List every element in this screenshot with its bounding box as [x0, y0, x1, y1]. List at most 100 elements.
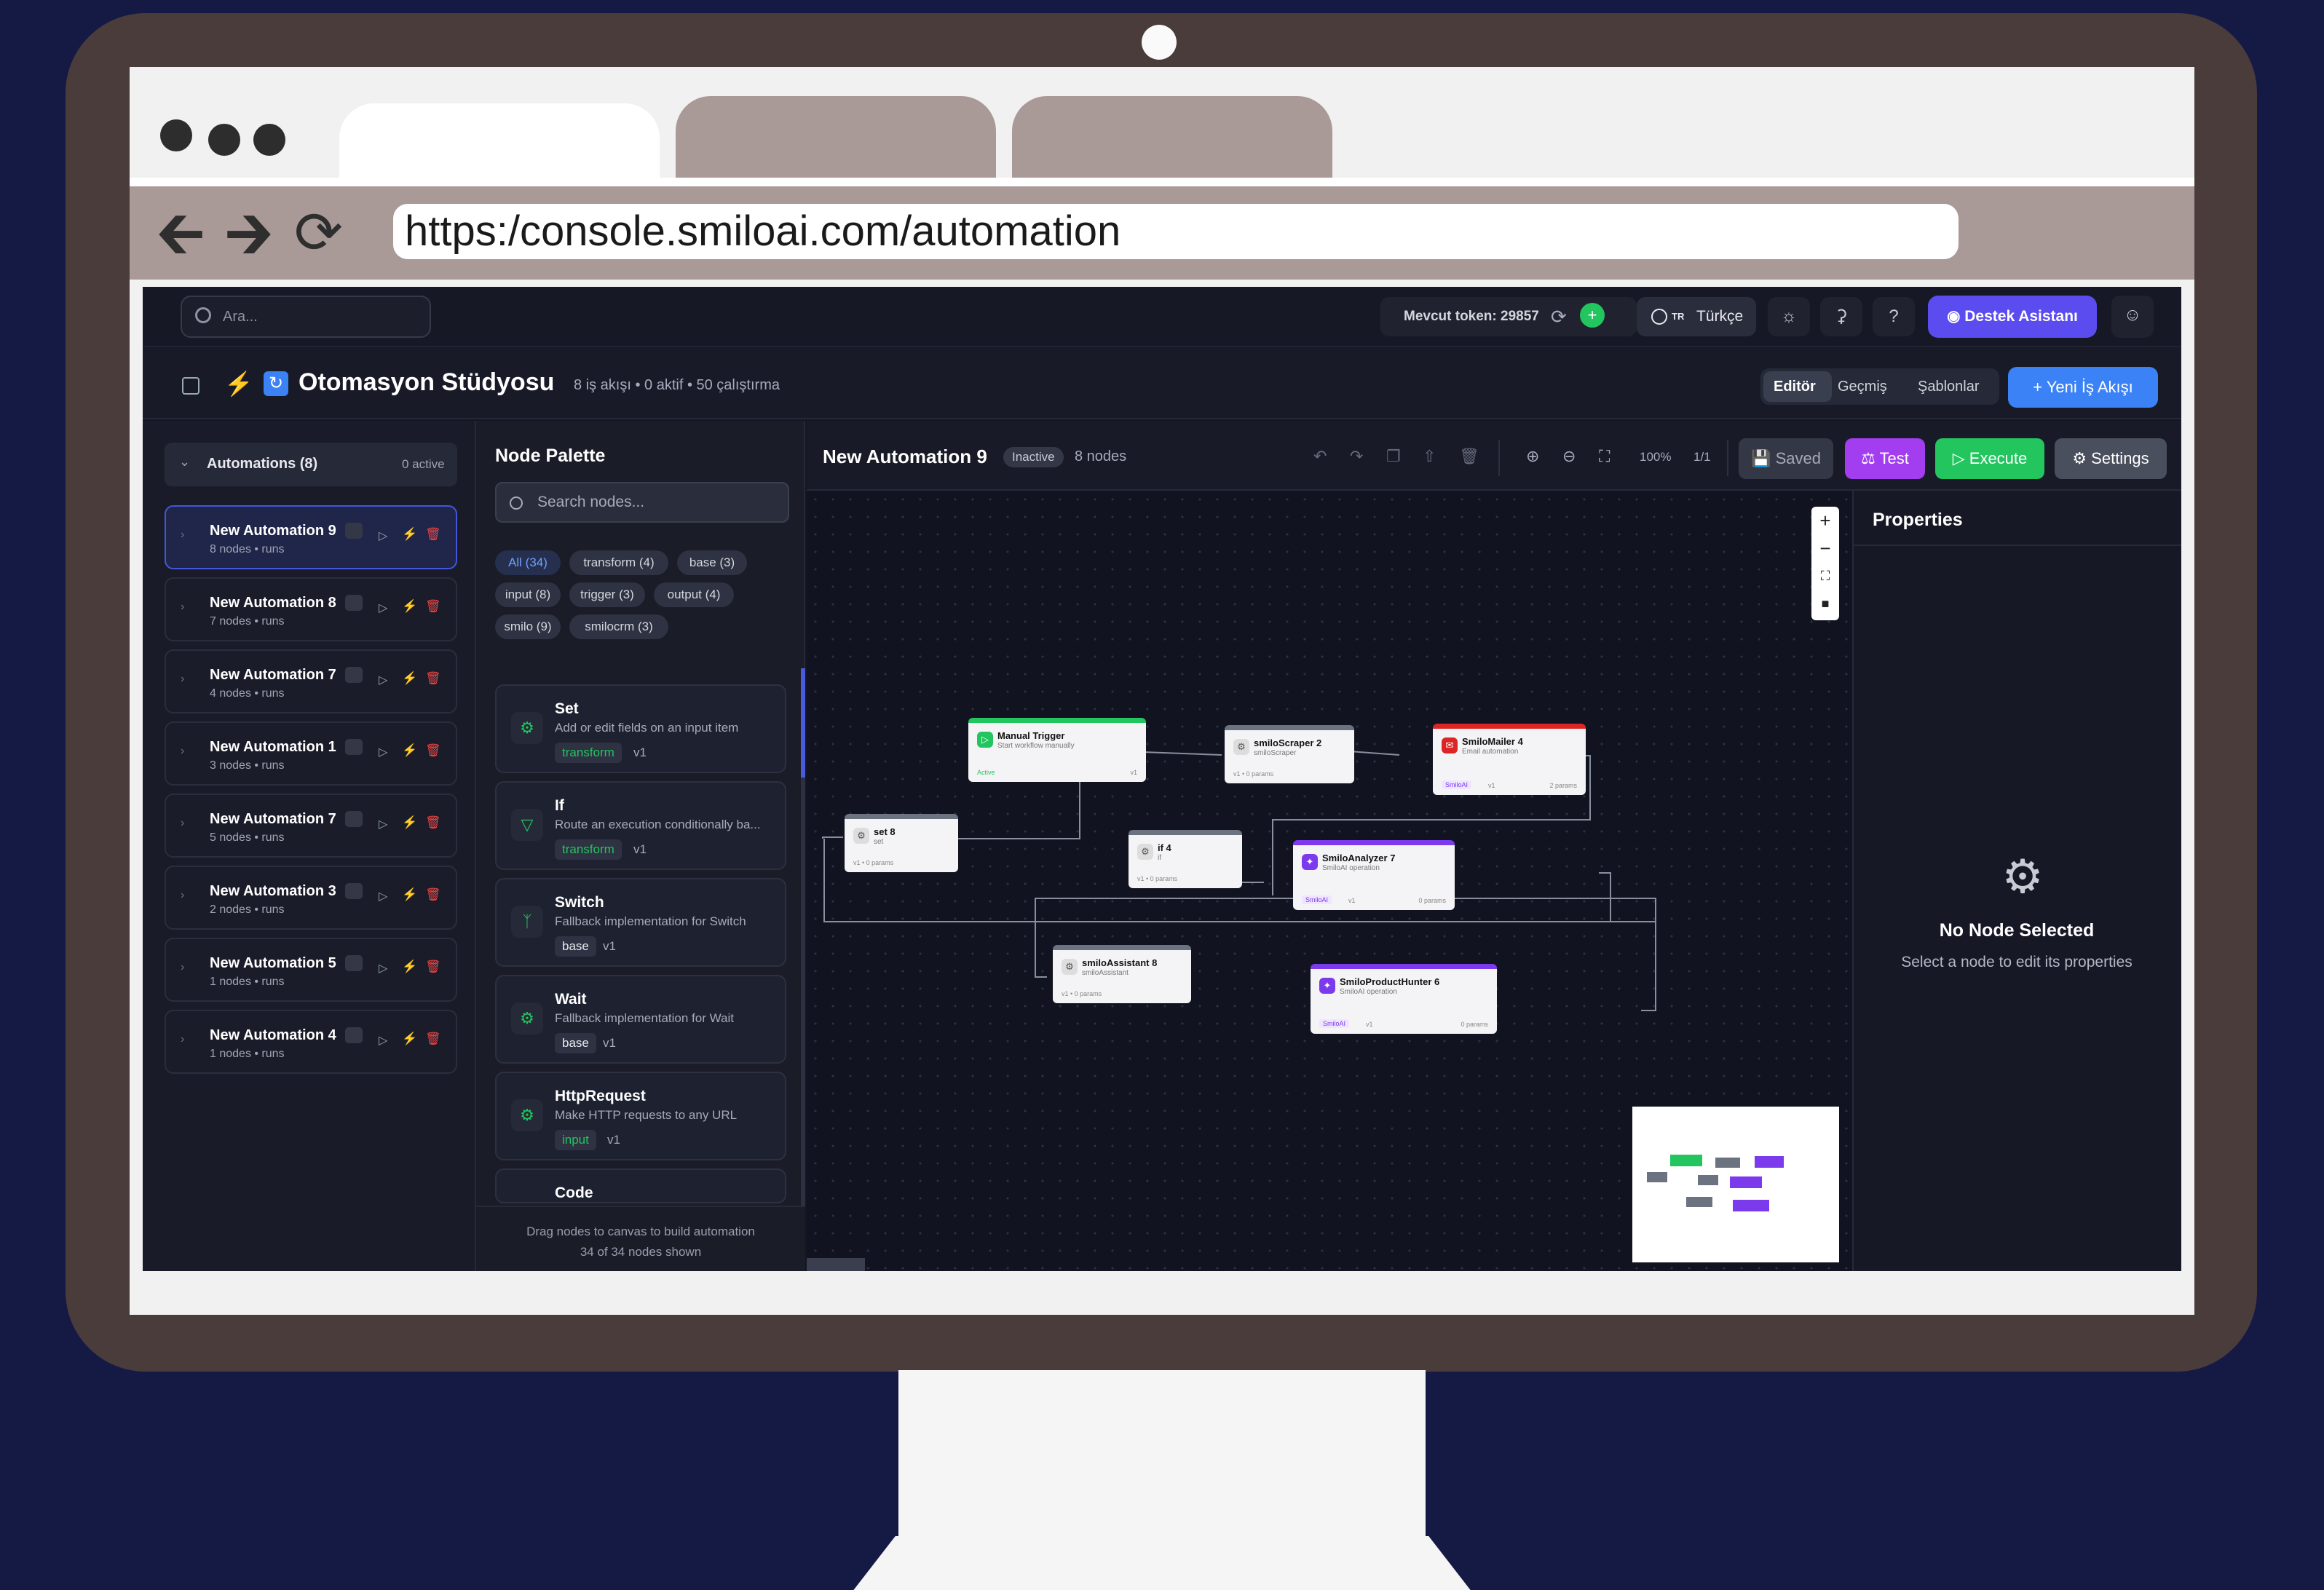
- trash-icon[interactable]: 🗑: [425, 815, 441, 830]
- play-icon[interactable]: ▷: [379, 745, 387, 759]
- filter-chip[interactable]: output (4): [654, 582, 734, 607]
- status-toggle[interactable]: [345, 595, 363, 611]
- zoom-in-icon[interactable]: ⊕: [1526, 447, 1539, 466]
- copy-icon[interactable]: ❐: [1386, 447, 1401, 466]
- zoom-out-icon[interactable]: ⊖: [1562, 447, 1576, 466]
- fit-view-icon[interactable]: ⛶: [1811, 562, 1839, 590]
- fit-view-icon[interactable]: ⛶: [1599, 447, 1610, 466]
- status-toggle[interactable]: [345, 1027, 363, 1043]
- node-smilo-product-hunter[interactable]: ✦ SmiloProductHunter 6 SmiloAI operation…: [1311, 964, 1497, 1034]
- status-toggle[interactable]: [345, 811, 363, 827]
- chevron-right-icon[interactable]: ›: [181, 889, 184, 902]
- node-smilo-scraper[interactable]: ⚙ smiloScraper 2 smiloScraper v1 • 0 par…: [1225, 725, 1354, 783]
- status-toggle[interactable]: [345, 667, 363, 683]
- trash-icon[interactable]: 🗑: [425, 743, 441, 758]
- help-icon[interactable]: ?: [1873, 297, 1915, 336]
- chevron-right-icon[interactable]: ›: [181, 1033, 184, 1046]
- trash-icon[interactable]: 🗑: [425, 599, 441, 614]
- execute-button[interactable]: ▷ Execute: [1935, 438, 2044, 479]
- tab-templates[interactable]: Şablonlar: [1918, 379, 1980, 395]
- node-manual-trigger[interactable]: ▷ Manual Trigger Start workflow manually…: [968, 718, 1146, 782]
- lightning-icon[interactable]: ⚡: [402, 671, 417, 686]
- status-toggle[interactable]: [345, 523, 363, 539]
- zoom-in-icon[interactable]: +: [1811, 507, 1839, 534]
- node-smilo-assistant[interactable]: ⚙ smiloAssistant 8 smiloAssistant v1 • 0…: [1053, 945, 1191, 1003]
- play-icon[interactable]: ▷: [379, 673, 387, 687]
- saved-button[interactable]: 💾 Saved: [1739, 438, 1833, 479]
- chevron-right-icon[interactable]: ›: [181, 745, 184, 758]
- automation-item[interactable]: › New Automation 7 4 nodes • runs ▷ ⚡ 🗑: [165, 649, 457, 713]
- play-icon[interactable]: ▷: [379, 529, 387, 543]
- node-smilo-analyzer[interactable]: ✦ SmiloAnalyzer 7 SmiloAI operation Smil…: [1293, 840, 1455, 910]
- lightning-icon[interactable]: ⚡: [402, 815, 417, 830]
- chevron-right-icon[interactable]: ›: [181, 817, 184, 830]
- new-workflow-button[interactable]: + Yeni İş Akışı: [2008, 367, 2158, 408]
- trash-icon[interactable]: 🗑: [425, 887, 441, 902]
- filter-chip[interactable]: input (8): [495, 582, 561, 607]
- automation-item[interactable]: › New Automation 7 5 nodes • runs ▷ ⚡ 🗑: [165, 794, 457, 858]
- settings-button[interactable]: ⚙ Settings: [2055, 438, 2167, 479]
- window-maximize-dot[interactable]: [253, 124, 285, 156]
- reload-icon[interactable]: ⟳: [294, 204, 343, 262]
- node-if-4[interactable]: ⚙ if 4 if v1 • 0 params: [1129, 830, 1242, 888]
- status-toggle[interactable]: [345, 883, 363, 899]
- node-card[interactable]: Code: [495, 1168, 786, 1203]
- bell-icon[interactable]: ⚳: [1820, 297, 1862, 336]
- window-close-dot[interactable]: [160, 119, 192, 151]
- node-card[interactable]: ᛉ Switch Fallback implementation for Switc…: [495, 878, 786, 967]
- node-smilo-mailer[interactable]: ✉ SmiloMailer 4 Email automation SmiloAI…: [1433, 724, 1586, 795]
- browser-tab[interactable]: [676, 96, 996, 189]
- forward-arrow-icon[interactable]: 🡲: [224, 202, 274, 264]
- user-avatar-icon[interactable]: ☺: [2111, 296, 2154, 338]
- minimap[interactable]: [1632, 1107, 1839, 1262]
- automation-item[interactable]: › New Automation 5 1 nodes • runs ▷ ⚡ 🗑: [165, 938, 457, 1002]
- lock-icon[interactable]: ■: [1811, 590, 1839, 617]
- lightning-icon[interactable]: ⚡: [402, 1032, 417, 1046]
- node-search-input[interactable]: Search nodes...: [495, 482, 789, 523]
- filter-chip[interactable]: trigger (3): [569, 582, 645, 607]
- test-button[interactable]: ⚖ Test: [1845, 438, 1925, 479]
- play-icon[interactable]: ▷: [379, 961, 387, 976]
- sidebar-toggle-icon[interactable]: [182, 377, 199, 395]
- automation-item[interactable]: › New Automation 3 2 nodes • runs ▷ ⚡ 🗑: [165, 866, 457, 930]
- filter-chip[interactable]: base (3): [677, 550, 747, 575]
- lightning-icon[interactable]: ⚡: [402, 887, 417, 902]
- automation-item[interactable]: › New Automation 4 1 nodes • runs ▷ ⚡ 🗑: [165, 1010, 457, 1074]
- undo-icon[interactable]: ↶: [1313, 447, 1327, 466]
- address-bar[interactable]: https:/console.smiloai.com/automation: [393, 204, 1959, 259]
- lightning-icon[interactable]: ⚡: [402, 527, 417, 542]
- status-toggle[interactable]: [345, 739, 363, 755]
- lightning-icon[interactable]: ⚡: [402, 960, 417, 974]
- chevron-right-icon[interactable]: ›: [181, 601, 184, 614]
- support-assistant-button[interactable]: ◉ Destek Asistanı: [1928, 296, 2097, 338]
- filter-chip[interactable]: transform (4): [569, 550, 668, 575]
- automation-item[interactable]: › New Automation 9 8 nodes • runs ▷ ⚡ 🗑: [165, 505, 457, 569]
- trash-icon[interactable]: 🗑: [425, 960, 441, 974]
- chevron-right-icon[interactable]: ›: [181, 673, 184, 686]
- window-minimize-dot[interactable]: [208, 124, 240, 156]
- lightning-icon[interactable]: ⚡: [402, 599, 417, 614]
- filter-chip[interactable]: smilo (9): [495, 614, 561, 639]
- node-card[interactable]: ⚙ HttpRequest Make HTTP requests to any UR…: [495, 1072, 786, 1160]
- tab-history[interactable]: Geçmiş: [1838, 379, 1887, 395]
- chevron-right-icon[interactable]: ›: [181, 961, 184, 974]
- status-toggle[interactable]: [345, 955, 363, 971]
- play-icon[interactable]: ▷: [379, 601, 387, 615]
- play-icon[interactable]: ▷: [379, 817, 387, 831]
- workflow-name[interactable]: New Automation 9: [823, 446, 987, 468]
- node-set-8[interactable]: ⚙ set 8 set v1 • 0 params: [845, 814, 958, 872]
- trash-icon[interactable]: 🗑: [425, 527, 441, 542]
- node-card[interactable]: ▽ If Route an execution conditionally ba..…: [495, 781, 786, 870]
- automation-item[interactable]: › New Automation 8 7 nodes • runs ▷ ⚡ 🗑: [165, 577, 457, 641]
- chevron-right-icon[interactable]: ›: [181, 529, 184, 542]
- automation-item[interactable]: › New Automation 1 3 nodes • runs ▷ ⚡ 🗑: [165, 721, 457, 786]
- canvas-scrollbar[interactable]: [807, 1258, 865, 1271]
- lightning-icon[interactable]: ⚡: [402, 743, 417, 758]
- node-card[interactable]: ⚙ Wait Fallback implementation for Wait bas…: [495, 975, 786, 1064]
- trash-icon[interactable]: 🗑: [425, 671, 441, 686]
- add-token-button[interactable]: +: [1580, 303, 1605, 328]
- back-arrow-icon[interactable]: 🡰: [156, 202, 205, 264]
- global-search-input[interactable]: Ara...: [181, 296, 431, 338]
- redo-icon[interactable]: ↷: [1350, 447, 1363, 466]
- play-icon[interactable]: ▷: [379, 889, 387, 903]
